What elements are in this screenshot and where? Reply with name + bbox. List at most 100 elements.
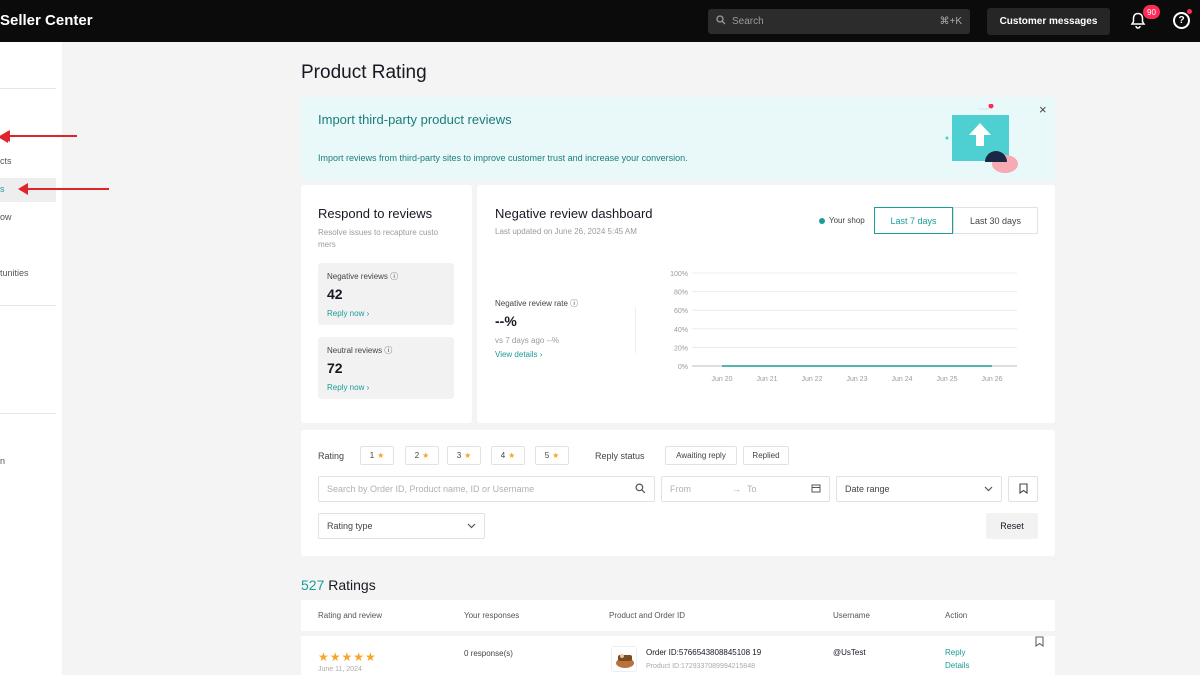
col-product-order: Product and Order ID: [609, 611, 686, 620]
negative-reviews-count: 42: [327, 286, 343, 302]
sidebar-divider: [0, 413, 56, 414]
neutral-reviews-box: Neutral reviews ⓘ 72 Reply now ›: [318, 337, 454, 399]
star-icon: ★: [508, 451, 516, 460]
search-bar[interactable]: Search ⌘+K: [708, 9, 970, 34]
sidebar-item-ratings[interactable]: s: [0, 184, 5, 194]
chart-xtick-label: Jun 23: [846, 376, 867, 383]
chart-ytick-label: 60%: [674, 308, 688, 315]
chart-xtick-label: Jun 22: [801, 376, 822, 383]
negative-reviews-box: Negative reviews ⓘ 42 Reply now ›: [318, 263, 454, 325]
table-row: ★★★★★ June 11, 2024 0 response(s) Order …: [301, 636, 1055, 675]
negative-review-chart: 0% 20% 40% 60% 80% 100% Jun 20 Jun 21 Jun 22 Jun …: [670, 271, 1017, 383]
info-icon: ⓘ: [390, 272, 399, 281]
range-last-30-days[interactable]: Last 30 days: [953, 207, 1038, 234]
ratings-count: 527: [301, 577, 325, 593]
rating-stars: ★★★★★: [318, 650, 377, 664]
neutral-reviews-count: 72: [327, 360, 343, 376]
reply-link[interactable]: Reply: [945, 648, 965, 657]
product-thumbnail: [611, 646, 637, 672]
negative-review-dashboard-card: Negative review dashboard Last updated o…: [477, 185, 1055, 423]
chart-legend: Your shop: [819, 216, 865, 225]
date-range-select[interactable]: Date range: [836, 476, 1002, 502]
customer-messages-button[interactable]: Customer messages: [987, 8, 1110, 35]
dashboard-title: Negative review dashboard: [495, 206, 653, 221]
ratings-label: Ratings: [328, 577, 376, 593]
import-banner: Import third-party product reviews Impor…: [301, 97, 1055, 180]
rating-chip-1[interactable]: 1 ★: [360, 446, 394, 465]
range-last-7-days[interactable]: Last 7 days: [874, 207, 953, 234]
chart-xtick-label: Jun 20: [711, 376, 732, 383]
info-icon: ⓘ: [570, 299, 579, 308]
col-username: Username: [833, 611, 870, 620]
negative-reply-now-link[interactable]: Reply now ›: [327, 309, 369, 318]
rating-chip-4[interactable]: 4 ★: [491, 446, 525, 465]
notification-badge: 90: [1143, 5, 1160, 19]
star-icon: ★: [464, 451, 472, 460]
sidebar-item-other[interactable]: n: [0, 456, 5, 466]
top-bar: Seller Center Search ⌘+K Customer messag…: [0, 0, 1200, 42]
info-icon: ⓘ: [384, 346, 393, 355]
chart-xtick-label: Jun 21: [756, 376, 777, 383]
search-input[interactable]: Search by Order ID, Product name, ID or …: [318, 476, 655, 502]
rating-chip-5[interactable]: 5 ★: [535, 446, 569, 465]
chip-awaiting-reply[interactable]: Awaiting reply: [665, 446, 737, 465]
chart-xtick-label: Jun 24: [891, 376, 912, 383]
chart-xtick-label: Jun 26: [981, 376, 1002, 383]
rating-type-select[interactable]: Rating type: [318, 513, 485, 539]
bookmark-filter-button[interactable]: [1008, 476, 1038, 502]
sidebar-item-review[interactable]: ow: [0, 212, 12, 222]
metric-divider: [635, 307, 636, 353]
metric-comparison: vs 7 days ago --%: [495, 336, 560, 345]
rating-filter-label: Rating: [318, 451, 345, 461]
rating-chip-2[interactable]: 2 ★: [405, 446, 439, 465]
close-icon[interactable]: ×: [1039, 102, 1047, 117]
star-icon: ★: [422, 451, 430, 460]
search-icon: [635, 482, 646, 496]
help-dot: [1187, 9, 1192, 14]
col-action: Action: [945, 611, 968, 620]
filters-card: Rating 1 ★ 2 ★ 3 ★ 4 ★ 5 ★ Reply status Await…: [301, 430, 1055, 556]
brand-title[interactable]: Seller Center: [0, 12, 93, 29]
help-icon[interactable]: ?: [1173, 12, 1190, 29]
chip-replied[interactable]: Replied: [743, 446, 789, 465]
banner-description: Import reviews from third-party sites to…: [318, 153, 688, 163]
details-link[interactable]: Details: [945, 661, 969, 670]
sidebar-item-opportunities[interactable]: tunities: [0, 268, 29, 278]
reset-button[interactable]: Reset: [986, 513, 1038, 539]
ratings-count-title: 527 Ratings: [301, 577, 376, 593]
product-id: Product ID:1729337089994215848: [646, 663, 755, 670]
page-title: Product Rating: [301, 62, 427, 83]
chevron-down-icon: [984, 484, 993, 494]
star-icon: ★: [552, 451, 560, 460]
chevron-down-icon: [467, 521, 476, 531]
rating-chip-3[interactable]: 3 ★: [447, 446, 481, 465]
calendar-icon: [811, 483, 821, 495]
annotation-arrow-top: [0, 130, 77, 142]
sidebar-active-highlight: [0, 178, 56, 202]
sidebar-item-products[interactable]: cts: [0, 156, 12, 166]
bookmark-icon: [1018, 482, 1028, 496]
date-from-to-input[interactable]: From → To: [661, 476, 830, 502]
legend-dot: [819, 217, 825, 224]
sidebar-divider: [0, 88, 56, 89]
username: @UsTest: [833, 648, 866, 657]
reply-status-label: Reply status: [595, 451, 645, 461]
search-icon: [716, 15, 726, 28]
negative-reviews-label: Negative reviews ⓘ: [327, 272, 399, 281]
chart-ytick-label: 40%: [674, 327, 688, 334]
view-details-link[interactable]: View details ›: [495, 350, 542, 359]
banner-title: Import third-party product reviews: [318, 112, 512, 127]
chart-xtick-label: Jun 25: [936, 376, 957, 383]
review-date: June 11, 2024: [318, 666, 362, 673]
metric-label: Negative review rate ⓘ: [495, 299, 579, 308]
search-placeholder: Search: [732, 16, 764, 27]
neutral-reply-now-link[interactable]: Reply now ›: [327, 383, 369, 392]
bookmark-icon[interactable]: [1035, 636, 1044, 649]
sidebar-divider: [0, 305, 56, 306]
col-rating-review: Rating and review: [318, 611, 383, 620]
chart-ytick-label: 20%: [674, 345, 688, 352]
chart-ytick-label: 0%: [678, 364, 688, 371]
order-id[interactable]: Order ID:5766543808845108 19: [646, 648, 761, 657]
respond-title: Respond to reviews: [318, 206, 433, 221]
dashboard-updated: Last updated on June 26, 2024 5:45 AM: [495, 227, 637, 236]
